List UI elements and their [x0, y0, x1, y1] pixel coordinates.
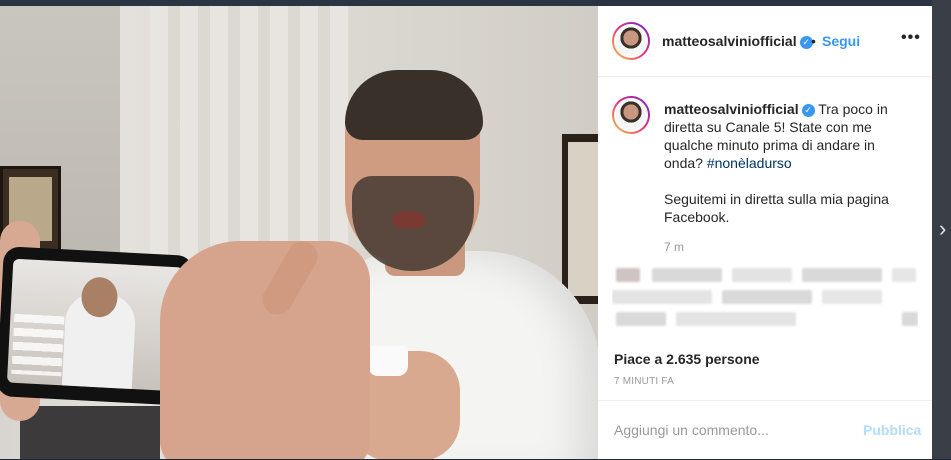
- caption-avatar[interactable]: [612, 96, 650, 134]
- caption-time-ago: 7 m: [664, 240, 685, 254]
- caption-paragraph-2: Seguitemi in diretta sulla mia pagina Fa…: [664, 191, 889, 225]
- photo-man-hair: [345, 70, 483, 140]
- post-timestamp[interactable]: 7 MINUTI FA: [614, 376, 674, 387]
- avatar[interactable]: [612, 22, 650, 60]
- publish-button[interactable]: Pubblica: [863, 422, 921, 438]
- post-caption: matteosalviniofficial ✓ Tra poco in diret…: [664, 100, 904, 226]
- comment-input[interactable]: [612, 421, 836, 439]
- photo-cup: [368, 346, 408, 376]
- likes-count[interactable]: Piace a 2.635 persone: [614, 351, 760, 367]
- follow-button[interactable]: Segui: [822, 33, 860, 49]
- header-username-link[interactable]: matteosalviniofficial ✓: [662, 33, 813, 49]
- photo-right-hand: [160, 241, 370, 459]
- photo-picture-frame-right: [562, 134, 598, 304]
- caption-paragraph-1: matteosalviniofficial ✓ Tra poco in diret…: [664, 100, 904, 172]
- post-header: matteosalviniofficial ✓ • Segui •••: [598, 6, 932, 77]
- photo-man-mouth: [392, 211, 426, 229]
- post-photo[interactable]: [0, 6, 598, 459]
- caption-username[interactable]: matteosalviniofficial: [664, 101, 799, 117]
- post-side-panel: matteosalviniofficial ✓ • Segui ••• matte…: [598, 6, 932, 459]
- photo-chair: [20, 406, 160, 459]
- more-options-icon[interactable]: •••: [901, 29, 921, 47]
- verified-badge-icon: ✓: [801, 104, 815, 117]
- header-username[interactable]: matteosalviniofficial: [662, 33, 797, 49]
- next-post-chevron-icon[interactable]: ›: [939, 218, 946, 240]
- header-separator-dot: •: [811, 33, 816, 49]
- photo-smartphone-screen: [6, 258, 184, 392]
- comment-bar: Pubblica: [598, 400, 932, 460]
- caption-hashtag-link[interactable]: #nonèladurso: [707, 155, 792, 171]
- blurred-likers-area: [612, 262, 918, 342]
